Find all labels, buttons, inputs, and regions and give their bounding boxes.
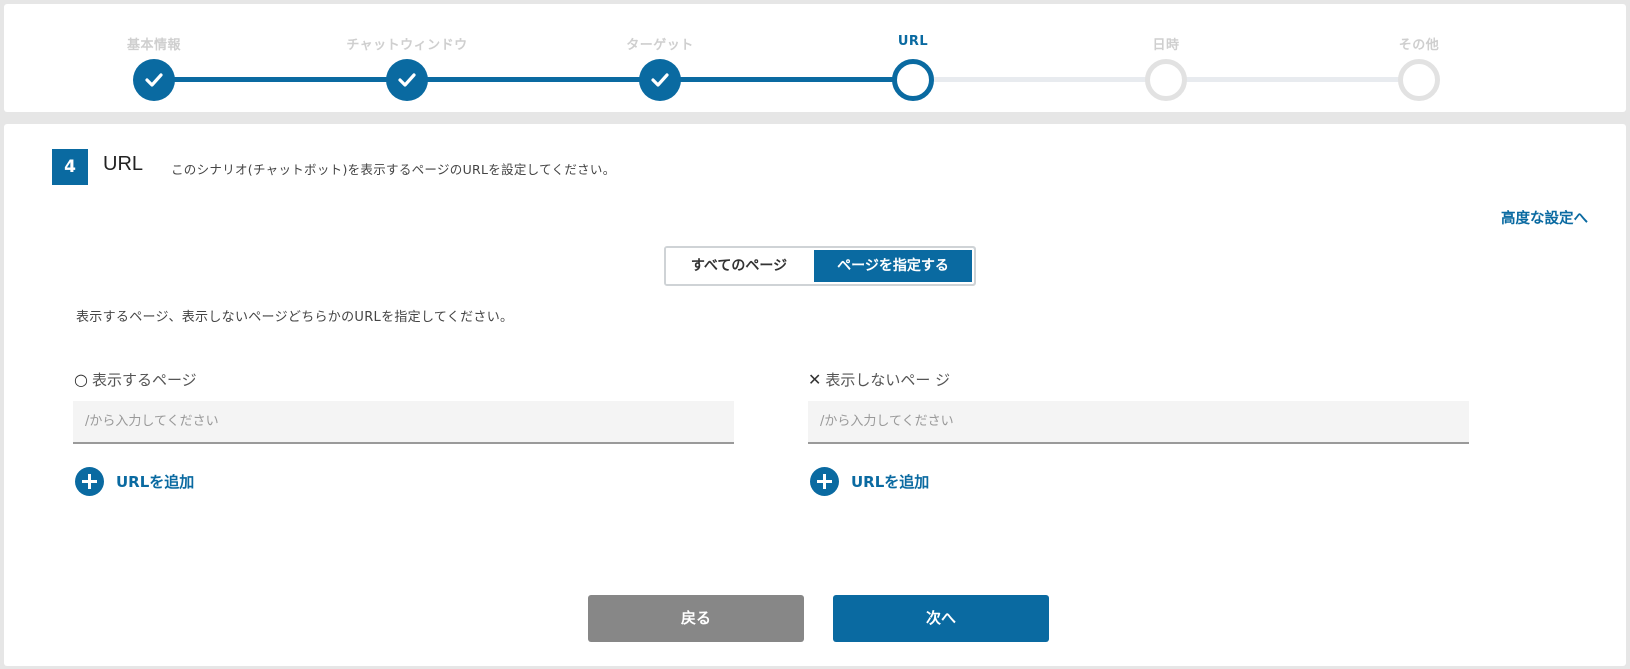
toggle-all-pages[interactable]: すべてのページ <box>666 248 812 284</box>
stepper-track-completed <box>154 77 409 82</box>
section-title: URL <box>103 153 144 175</box>
stepper-track-completed <box>407 77 662 82</box>
step-indicator-done <box>133 59 175 101</box>
toggle-specify-pages[interactable]: ページを指定する <box>812 248 974 284</box>
check-icon <box>651 73 669 87</box>
show-pages-label: ○ 表示するページ <box>74 369 197 390</box>
page-scope-toggle: すべてのページ ページを指定する <box>664 246 976 286</box>
step-label: ターゲット <box>626 38 694 53</box>
check-icon <box>398 73 416 87</box>
stepper-track-completed <box>660 77 915 82</box>
step-indicator-done <box>386 59 428 101</box>
plus-circle-icon <box>75 467 104 496</box>
step-indicator-pending <box>1398 59 1440 101</box>
back-button[interactable]: 戻る <box>588 595 804 642</box>
url-settings-panel: 4 URL このシナリオ(チャットボット)を表示するページのURLを設定してくだ… <box>4 124 1626 666</box>
hide-pages-label-text: 表示しないペー ジ <box>825 371 951 389</box>
step-label: その他 <box>1398 38 1440 53</box>
progress-stepper: 基本情報 チャットウィンドウ ターゲット URL 日時 その他 <box>4 4 1626 112</box>
section-description: このシナリオ(チャットボット)を表示するページのURLを設定してください。 <box>171 162 616 177</box>
show-pages-label-text: 表示するページ <box>91 371 197 389</box>
plus-circle-icon <box>810 467 839 496</box>
show-add-url-button[interactable]: URLを追加 <box>75 467 194 496</box>
hide-pages-label: ✕ 表示しないペー ジ <box>808 369 950 390</box>
section-number-badge: 4 <box>52 149 88 185</box>
hide-url-input[interactable] <box>808 401 1469 444</box>
add-url-label: URLを追加 <box>116 473 195 491</box>
next-button[interactable]: 次へ <box>833 595 1049 642</box>
show-url-input[interactable] <box>73 401 734 444</box>
hide-add-url-button[interactable]: URLを追加 <box>810 467 929 496</box>
step-label: チャットウィンドウ <box>346 38 468 53</box>
step-label: URL <box>897 34 929 49</box>
circle-icon: ○ <box>74 370 88 389</box>
step-label: 基本情報 <box>126 38 181 53</box>
stepper-track-pending <box>913 77 1168 82</box>
add-url-label: URLを追加 <box>851 473 930 491</box>
stepper-track-pending <box>1166 77 1421 82</box>
step-indicator-done <box>639 59 681 101</box>
check-icon <box>145 73 163 87</box>
step-label: 日時 <box>1152 38 1180 53</box>
cross-icon: ✕ <box>808 370 822 389</box>
step-indicator-current <box>892 59 934 101</box>
advanced-settings-link[interactable]: 高度な設定へ <box>1501 207 1588 228</box>
instruction-text: 表示するページ、表示しないページどちらかのURLを指定してください。 <box>76 310 514 325</box>
step-indicator-pending <box>1145 59 1187 101</box>
